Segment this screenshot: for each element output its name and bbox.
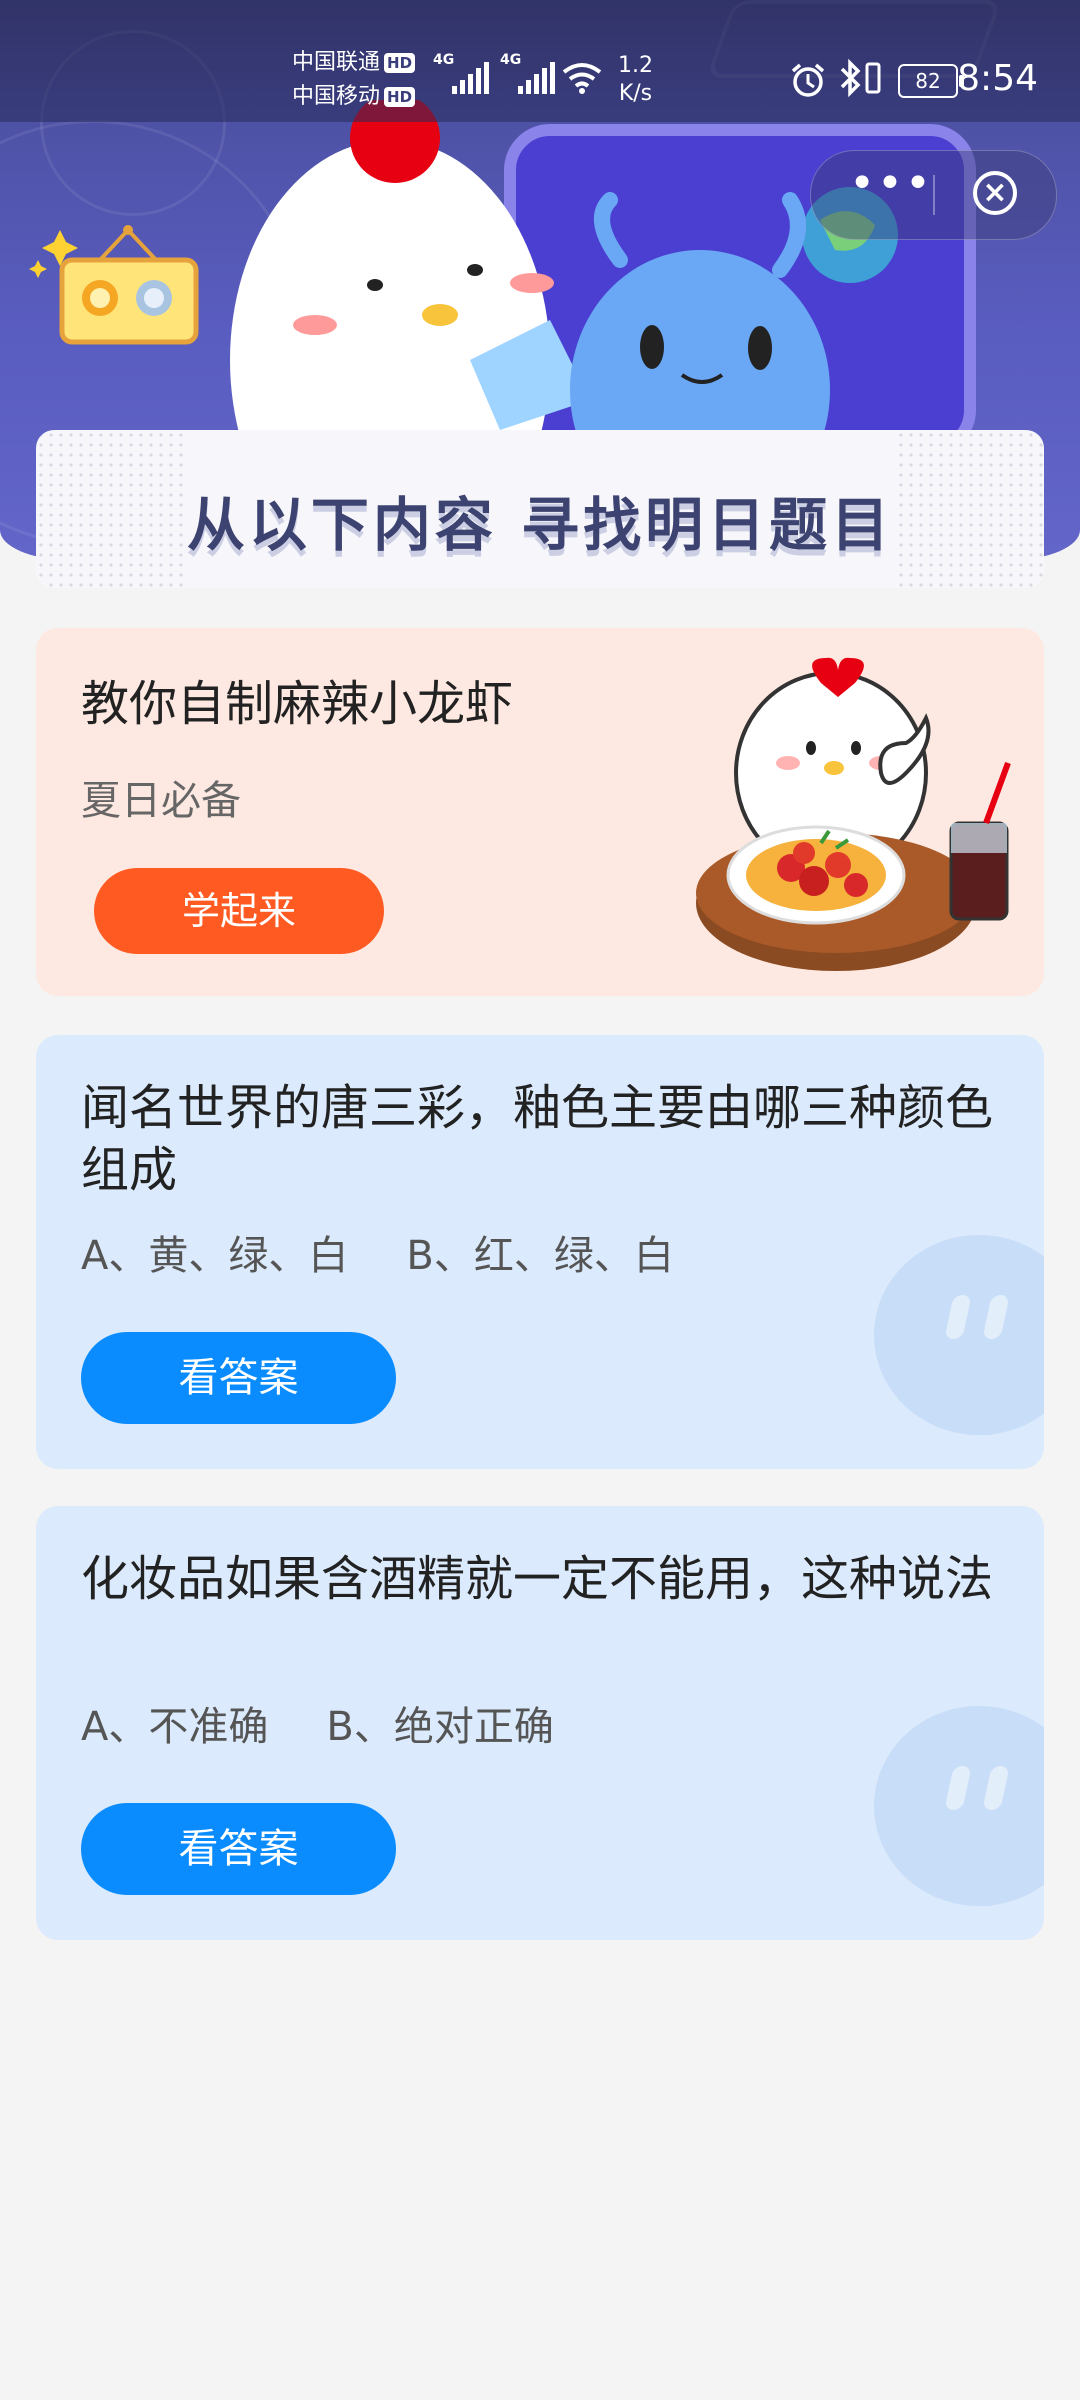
chat-bubble-icon [874, 1235, 1044, 1435]
clock: 8:54 [957, 58, 1038, 99]
chicken-crayfish-illustration [696, 657, 1011, 971]
option-b: B、红、绿、白 [406, 1233, 674, 1279]
net-speed: 1.2 K/s [618, 53, 653, 106]
view-answer-button[interactable]: 看答案 [81, 1332, 396, 1424]
mini-program-capsule: ••• × [810, 150, 1057, 240]
wifi-icon [562, 63, 602, 94]
quote-mark [939, 1766, 1019, 1826]
signal-bars-icon [518, 60, 556, 94]
status-bar: 中国联通 HD 中国移动 HD 4G 4G 1.2 K/s 82 8:54 [0, 0, 1080, 122]
option-b: B、绝对正确 [326, 1704, 554, 1750]
carrier-1: 中国联通 HD [292, 48, 416, 78]
quiz-card: 化妆品如果含酒精就一定不能用，这种说法 A、不准确 B、绝对正确 看答案 [36, 1506, 1044, 1940]
recipe-card[interactable]: 教你自制麻辣小龙虾 夏日必备 学起来 [36, 628, 1044, 996]
signal-bars-icon [452, 60, 490, 94]
quote-mark [939, 1295, 1019, 1355]
option-a: A、黄、绿、白 [81, 1233, 349, 1279]
banner-title-card: 从以下内容 寻找明日题目 [36, 430, 1044, 588]
card-subtitle: 夏日必备 [81, 778, 241, 824]
more-dots-icon[interactable]: ••• [841, 162, 941, 219]
question-title: 化妆品如果含酒精就一定不能用，这种说法 [81, 1551, 994, 1607]
page-title: 从以下内容 寻找明日题目 [186, 491, 894, 559]
chat-bubble-icon [874, 1706, 1044, 1906]
option-a: A、不准确 [81, 1704, 269, 1750]
view-answer-button[interactable]: 看答案 [81, 1803, 396, 1895]
question-title: 闻名世界的唐三彩，釉色主要由哪三种颜色组成 [81, 1080, 994, 1198]
learn-button[interactable]: 学起来 [94, 868, 384, 954]
answer-options: A、黄、绿、白 B、红、绿、白 [81, 1223, 732, 1281]
quiz-card: 闻名世界的唐三彩，釉色主要由哪三种颜色组成 A、黄、绿、白 B、红、绿、白 看答案 [36, 1035, 1044, 1469]
alarm-icon [791, 63, 825, 97]
bluetooth-icon [840, 58, 861, 98]
battery-indicator: 82 [898, 64, 964, 98]
vibrate-icon [865, 62, 881, 94]
medal-board-icon [29, 225, 199, 345]
carrier-2: 中国移动 HD [292, 82, 416, 112]
capsule-divider [933, 175, 935, 215]
card-title: 教你自制麻辣小龙虾 [81, 676, 514, 732]
answer-options: A、不准确 B、绝对正确 [81, 1694, 612, 1752]
close-circle-icon[interactable]: × [973, 171, 1017, 215]
